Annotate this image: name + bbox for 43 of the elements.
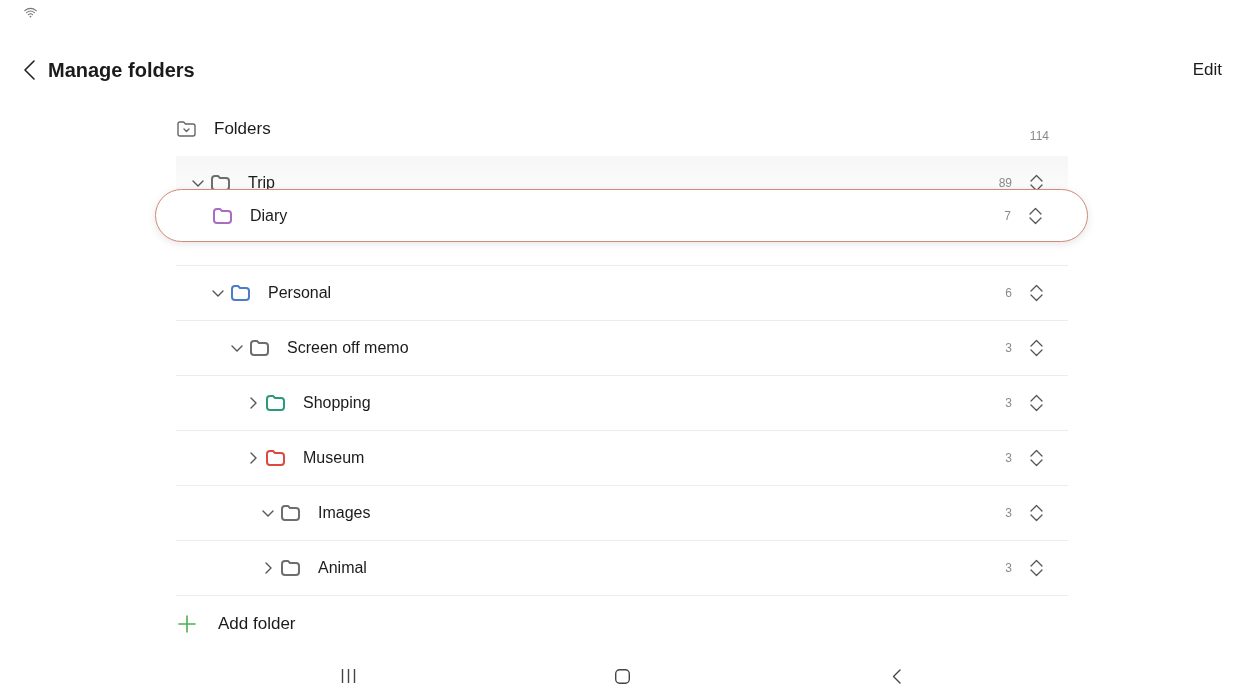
- reorder-handle-icon[interactable]: [1030, 504, 1043, 522]
- folder-name: Personal: [268, 283, 332, 303]
- recent-apps-icon: [340, 669, 356, 683]
- chevron-down-icon[interactable]: [262, 509, 274, 517]
- reorder-handle-icon[interactable]: [1030, 284, 1043, 302]
- folder-name: Screen off memo: [287, 338, 409, 358]
- note-count: 6: [1005, 285, 1012, 302]
- chevron-right-icon[interactable]: [264, 562, 272, 574]
- folder-name: Shopping: [303, 393, 371, 413]
- page-title: Manage folders: [48, 58, 195, 83]
- home-icon: [614, 668, 630, 684]
- add-folder-button[interactable]: Add folder: [176, 604, 296, 644]
- folder-name: Animal: [318, 558, 367, 578]
- total-count: 114: [1029, 128, 1049, 145]
- chevron-down-icon[interactable]: [192, 179, 204, 187]
- note-count: 3: [1005, 340, 1012, 357]
- folders-icon: [177, 121, 196, 137]
- folder-name: Diary: [250, 205, 288, 226]
- wifi-icon: [24, 6, 37, 18]
- back-icon: [891, 668, 901, 684]
- chevron-down-icon[interactable]: [231, 344, 243, 352]
- section-title: Folders: [214, 118, 271, 141]
- chevron-right-icon[interactable]: [249, 452, 257, 464]
- chevron-right-icon[interactable]: [249, 397, 257, 409]
- note-count: 7: [1004, 207, 1011, 225]
- folder-name: Museum: [303, 448, 365, 468]
- home-button[interactable]: [612, 666, 632, 686]
- reorder-handle-icon[interactable]: [1030, 394, 1043, 412]
- edit-button[interactable]: Edit: [1189, 51, 1225, 89]
- reorder-handle-icon[interactable]: [1030, 449, 1043, 467]
- note-count: 3: [1005, 395, 1012, 412]
- folder-name: Images: [318, 503, 371, 523]
- reorder-handle-icon[interactable]: [1029, 206, 1042, 225]
- note-count: 3: [1005, 450, 1012, 467]
- reorder-handle-icon[interactable]: [1030, 339, 1043, 357]
- back-icon: [24, 60, 35, 80]
- note-count: 3: [1005, 505, 1012, 522]
- note-count: 3: [1005, 560, 1012, 577]
- chevron-down-icon[interactable]: [212, 289, 224, 297]
- note-count: 89: [998, 175, 1012, 192]
- dragged-folder-item[interactable]: Diary 7: [155, 189, 1088, 242]
- reorder-handle-icon[interactable]: [1030, 559, 1043, 577]
- plus-icon: [178, 615, 196, 633]
